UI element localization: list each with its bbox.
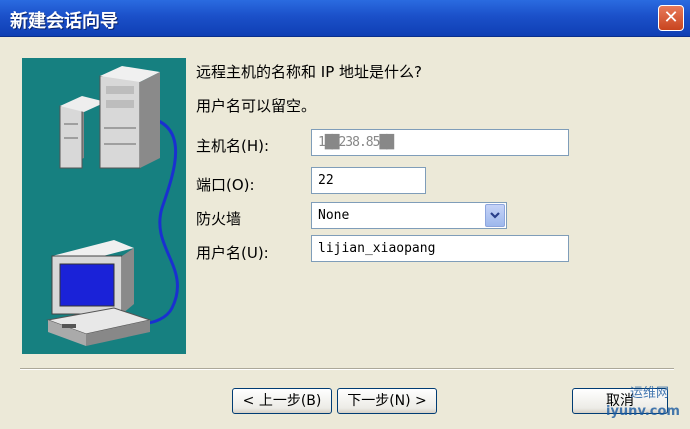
firewall-select[interactable]: None <box>311 202 507 229</box>
watermark-line2: iyunv.com <box>606 404 680 419</box>
dropdown-button[interactable] <box>485 204 505 227</box>
firewall-label: 防火墙 <box>196 210 242 228</box>
username-input[interactable]: lijian_xiaopang <box>311 235 569 262</box>
port-label: 端口(O): <box>196 176 255 194</box>
separator <box>20 368 674 370</box>
port-input[interactable]: 22 <box>311 167 426 194</box>
host-input[interactable]: 1██238.85██ <box>311 129 569 156</box>
title-bar: 新建会话向导 ✕ <box>0 0 690 37</box>
question-text: 远程主机的名称和 IP 地址是什么? <box>196 63 422 81</box>
hint-text: 用户名可以留空。 <box>196 97 317 115</box>
username-value: lijian_xiaopang <box>318 241 436 256</box>
firewall-value: None <box>318 208 350 223</box>
back-button[interactable]: < 上一步(B) <box>232 388 332 414</box>
close-icon: ✕ <box>663 7 679 28</box>
host-value: 1██238.85██ <box>318 135 394 150</box>
chevron-down-icon <box>490 212 500 219</box>
computers-icon <box>22 58 186 354</box>
port-value: 22 <box>318 173 334 188</box>
host-label: 主机名(H): <box>196 137 270 155</box>
next-button[interactable]: 下一步(N) > <box>337 388 437 414</box>
wizard-illustration <box>22 58 186 354</box>
watermark-line1: 运维网 <box>630 386 670 401</box>
window-title: 新建会话向导 <box>10 11 118 32</box>
close-button[interactable]: ✕ <box>658 5 684 31</box>
user-label: 用户名(U): <box>196 244 269 262</box>
watermark: 运维网 iyunv.com <box>586 382 686 426</box>
